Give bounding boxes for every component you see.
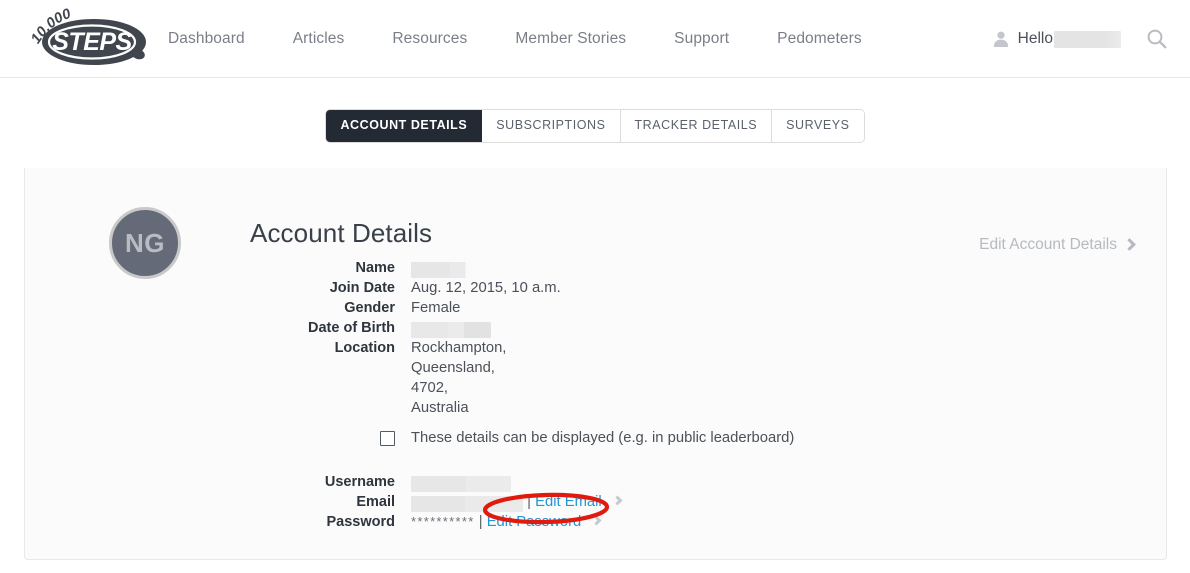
field-label-username: Username (324, 474, 395, 490)
location-line-city: Rockhampton, (411, 340, 507, 356)
header-user-area: Hello (992, 0, 1168, 78)
display-details-checkbox-cell (25, 430, 411, 446)
field-row-location: Location Rockhampton, Queensland, 4702, … (25, 338, 1166, 418)
field-label-date-of-birth: Date of Birth (308, 320, 395, 336)
tab-account-details[interactable]: ACCOUNT DETAILS (326, 110, 483, 142)
field-label-password: Password (326, 514, 396, 530)
nav-item-support[interactable]: Support (650, 30, 753, 48)
field-row-date-of-birth: Date of Birth (25, 318, 1166, 339)
tab-surveys[interactable]: SURVEYS (772, 110, 864, 142)
tab-subscriptions[interactable]: SUBSCRIPTIONS (482, 110, 621, 142)
field-value-username (411, 472, 1166, 493)
field-value-password: ********** | Edit Password (411, 512, 1166, 532)
credentials-list: Username Email | Edit Email Password ***… (25, 472, 1166, 532)
page-title: Account Details (250, 218, 433, 248)
nav-item-pedometers[interactable]: Pedometers (753, 30, 886, 48)
nav-item-member-stories[interactable]: Member Stories (491, 30, 650, 48)
redacted-email-value (411, 496, 523, 513)
redacted-name-value (411, 262, 473, 279)
tab-tracker-details[interactable]: TRACKER DETAILS (620, 110, 773, 142)
chevron-right-icon (1123, 237, 1136, 251)
display-details-checkbox[interactable] (380, 430, 395, 446)
chevron-right-icon-password (591, 515, 602, 526)
display-details-label: These details can be displayed (e.g. in … (411, 430, 795, 446)
redacted-date-of-birth-value (411, 322, 491, 339)
location-line-postcode: 4702, (411, 380, 449, 396)
field-value-location: Rockhampton, Queensland, 4702, Australia (411, 338, 1166, 418)
field-label-location: Location (334, 340, 395, 356)
field-row-name: Name (25, 258, 1166, 279)
edit-email-link[interactable]: Edit Email (535, 494, 602, 510)
site-logo[interactable]: STEPS 10,000 (22, 6, 150, 68)
field-label-email: Email (356, 494, 395, 510)
edit-account-details-label: Edit Account Details (979, 236, 1117, 253)
field-label-gender: Gender (344, 300, 395, 316)
edit-account-details-link[interactable]: Edit Account Details (979, 236, 1136, 254)
chevron-right-icon-email (612, 495, 623, 506)
field-value-date-of-birth (411, 318, 1166, 339)
location-line-country: Australia (411, 400, 469, 416)
field-value-gender: Female (411, 300, 461, 316)
nav-item-resources[interactable]: Resources (368, 30, 491, 48)
field-row-email: Email | Edit Email (25, 492, 1166, 513)
field-value-name (411, 258, 1166, 279)
field-row-gender: Gender Female (25, 298, 1166, 318)
display-details-row: These details can be displayed (e.g. in … (25, 430, 1166, 446)
email-separator: | (527, 494, 531, 510)
site-header: STEPS 10,000 Dashboard Articles Resource… (0, 0, 1190, 78)
details-list: Name Join Date Aug. 12, 2015, 10 a.m. Ge… (25, 258, 1166, 532)
field-row-join-date: Join Date Aug. 12, 2015, 10 a.m. (25, 278, 1166, 298)
greeting-text: Hello (1017, 30, 1053, 47)
field-label-join-date: Join Date (329, 280, 395, 296)
edit-password-link[interactable]: Edit Password (487, 514, 582, 530)
password-masked-value: ********** (411, 514, 475, 529)
main-navigation: Dashboard Articles Resources Member Stor… (168, 0, 886, 78)
field-value-email: | Edit Email (411, 492, 1166, 513)
password-separator: | (478, 514, 483, 530)
nav-item-dashboard[interactable]: Dashboard (168, 30, 269, 48)
account-details-panel: NG Account Details Edit Account Details … (24, 168, 1167, 560)
field-row-password: Password ********** | Edit Password (25, 512, 1166, 532)
svg-text:STEPS: STEPS (52, 28, 132, 56)
field-row-username: Username (25, 472, 1166, 493)
redacted-username-value (411, 476, 511, 493)
search-icon[interactable] (1146, 28, 1168, 50)
account-tabs: ACCOUNT DETAILS SUBSCRIPTIONS TRACKER DE… (0, 110, 1190, 142)
field-label-name: Name (355, 260, 396, 276)
field-value-join-date: Aug. 12, 2015, 10 a.m. (411, 280, 561, 296)
redacted-user-name (1054, 30, 1121, 48)
location-line-state: Queensland, (411, 360, 495, 376)
nav-item-articles[interactable]: Articles (269, 30, 369, 48)
person-icon (993, 31, 1008, 47)
